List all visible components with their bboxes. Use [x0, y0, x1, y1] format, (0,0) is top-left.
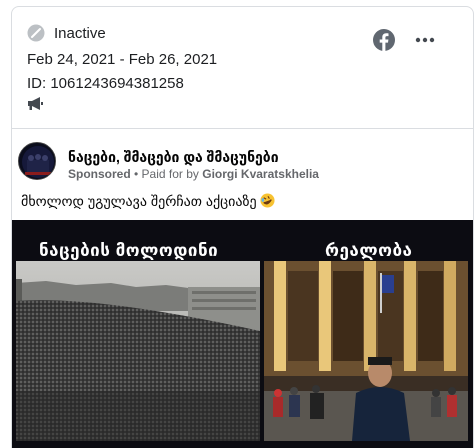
paid-for-name: Giorgi Kvaratskhelia	[202, 167, 319, 181]
paid-for-prefix: • Paid for by	[130, 167, 203, 181]
sponsored-label: Sponsored	[68, 167, 131, 181]
ad-meta: Inactive Feb 24, 2021 - Feb 26, 2021 ID:…	[12, 7, 473, 127]
rolling-on-floor-laughing-emoji	[260, 193, 275, 208]
date-range: Feb 24, 2021 - Feb 26, 2021	[27, 51, 218, 68]
caption-text: მხოლოდ უგულავა შერჩათ აქციაზე	[21, 193, 257, 209]
sponsor-line: Sponsored • Paid for by Giorgi Kvaratskh…	[68, 167, 319, 181]
ad-card: Inactive Feb 24, 2021 - Feb 26, 2021 ID:…	[11, 6, 474, 448]
avatar-image	[19, 143, 55, 179]
more-options-icon[interactable]	[415, 37, 435, 43]
status-label: Inactive	[54, 24, 106, 42]
parliament-photo	[264, 261, 468, 441]
page-name[interactable]: ნაცები, შმაცები და შმაცუნები	[68, 149, 279, 166]
creative-heading-right: რეალობა	[325, 241, 413, 260]
crowd-photo	[16, 261, 260, 441]
status-row: Inactive	[27, 24, 106, 42]
creative-heading-left: ნაცების მოლოდინი	[39, 241, 219, 260]
facebook-icon	[373, 29, 395, 51]
page-avatar[interactable]	[18, 142, 56, 180]
post-caption: მხოლოდ უგულავა შერჩათ აქციაზე	[21, 193, 275, 210]
inactive-slash-icon	[27, 24, 45, 42]
megaphone-icon	[28, 97, 43, 110]
ad-id: ID: 1061243694381258	[27, 75, 184, 92]
divider	[12, 128, 473, 129]
ad-creative-image[interactable]: ნაცების მოლოდინი რეალობა	[12, 220, 473, 448]
